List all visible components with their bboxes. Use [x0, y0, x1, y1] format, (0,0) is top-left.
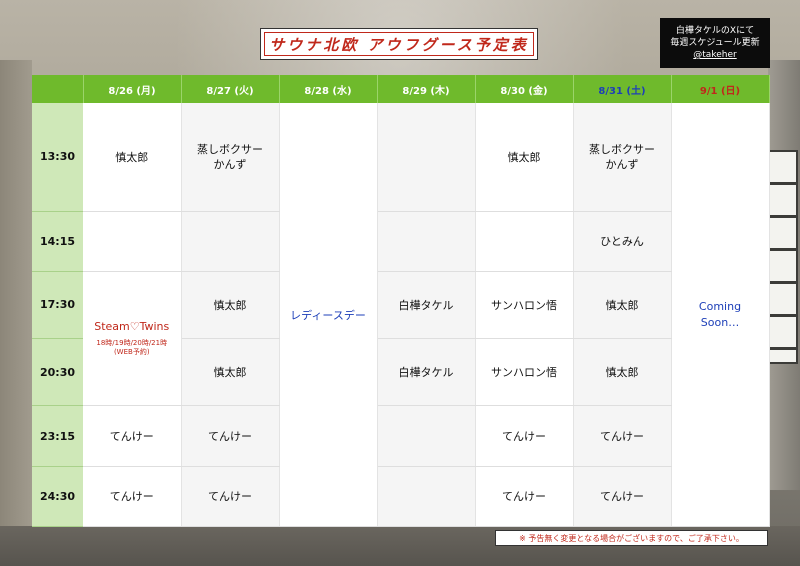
- background-window: [768, 150, 798, 364]
- time-label: 20:30: [32, 338, 83, 407]
- schedule-cell: 慎太郎: [475, 103, 574, 212]
- time-label: 14:15: [32, 211, 83, 272]
- schedule-row: 23:15 てんけー てんけー てんけー てんけー: [32, 405, 769, 467]
- day-header: 8/29 (木): [377, 75, 476, 103]
- day-header: 9/1 (日): [671, 75, 770, 103]
- schedule-cell: 蒸しボクサー かんず: [573, 103, 672, 212]
- info-handle-link[interactable]: @takeher: [693, 49, 736, 61]
- schedule-cell: 慎太郎: [573, 271, 672, 340]
- schedule-cell: [181, 211, 280, 272]
- coming-line1: Coming: [698, 299, 742, 313]
- schedule-cell: [377, 466, 476, 528]
- steam-twins-note: (WEB予約): [113, 348, 150, 357]
- schedule-cell: てんけー: [181, 405, 280, 467]
- ladies-day-cell: レディースデー: [279, 103, 378, 527]
- schedule-cell: [377, 405, 476, 467]
- background-wall-left: [0, 60, 32, 540]
- header-corner: [32, 75, 84, 103]
- steam-twins-title: Steam♡Twins: [94, 320, 170, 334]
- steam-twins-cell: Steam♡Twins 18時/19時/20時/21時 (WEB予約): [83, 271, 182, 407]
- day-header: 8/26 (月): [83, 75, 182, 103]
- schedule-table: 8/26 (月) 8/27 (火) 8/28 (水) 8/29 (木) 8/30…: [32, 75, 770, 528]
- schedule-row: 24:30 てんけー てんけー てんけー てんけー: [32, 466, 769, 528]
- header-row: 8/26 (月) 8/27 (火) 8/28 (水) 8/29 (木) 8/30…: [32, 75, 770, 103]
- schedule-cell: 慎太郎: [83, 103, 182, 212]
- time-label: 17:30: [32, 271, 83, 340]
- schedule-cell: てんけー: [83, 405, 182, 467]
- schedule-cell: てんけー: [573, 405, 672, 467]
- schedule-cell: 慎太郎: [181, 271, 280, 340]
- coming-soon-cell: Coming Soon…: [671, 103, 770, 527]
- schedule-cell: 慎太郎: [573, 338, 672, 407]
- info-line1: 白樺タケルのXにて: [675, 26, 755, 36]
- page-title: サウナ北欧 アウフグース予定表: [260, 28, 538, 60]
- time-label: 24:30: [32, 466, 83, 528]
- schedule-row: 17:30 Steam♡Twins 18時/19時/20時/21時 (WEB予約…: [32, 271, 769, 407]
- time-label: 13:30: [32, 103, 83, 212]
- schedule-cell: サンハロン悟: [475, 338, 574, 407]
- day-header: 8/30 (金): [475, 75, 574, 103]
- schedule-cell: てんけー: [475, 405, 574, 467]
- schedule-cell: てんけー: [573, 466, 672, 528]
- steam-twins-times: 18時/19時/20時/21時: [96, 339, 168, 348]
- day-header: 8/28 (水): [279, 75, 378, 103]
- schedule-cell: [83, 211, 182, 272]
- schedule-cell: てんけー: [475, 466, 574, 528]
- schedule-cell: サンハロン悟: [475, 271, 574, 340]
- time-label: 23:15: [32, 405, 83, 467]
- schedule-cell: 白樺タケル: [377, 271, 476, 340]
- schedule-cell: [377, 211, 476, 272]
- day-header: 8/27 (火): [181, 75, 280, 103]
- schedule-cell: ひとみん: [573, 211, 672, 272]
- day-header: 8/31 (土): [573, 75, 672, 103]
- title-inner-border: [264, 32, 534, 56]
- schedule-row: 13:30 慎太郎 蒸しボクサー かんず レディースデー 慎太郎 蒸しボクサー …: [32, 103, 770, 527]
- schedule-cell: [377, 103, 476, 212]
- info-line2: 毎週スケジュール更新: [670, 38, 760, 48]
- schedule-row: 14:15 ひとみん: [32, 211, 769, 272]
- notice-box: ※ 予告無く変更となる場合がございますので、ご了承下さい。: [495, 530, 768, 546]
- schedule-cell: [475, 211, 574, 272]
- schedule-cell: 慎太郎: [181, 338, 280, 407]
- schedule-cell: てんけー: [83, 466, 182, 528]
- coming-line2: Soon…: [700, 315, 740, 329]
- schedule-cell: 蒸しボクサー かんず: [181, 103, 280, 212]
- schedule-cell: 白樺タケル: [377, 338, 476, 407]
- schedule-cell: てんけー: [181, 466, 280, 528]
- info-box: 白樺タケルのXにて 毎週スケジュール更新 @takeher: [660, 18, 770, 68]
